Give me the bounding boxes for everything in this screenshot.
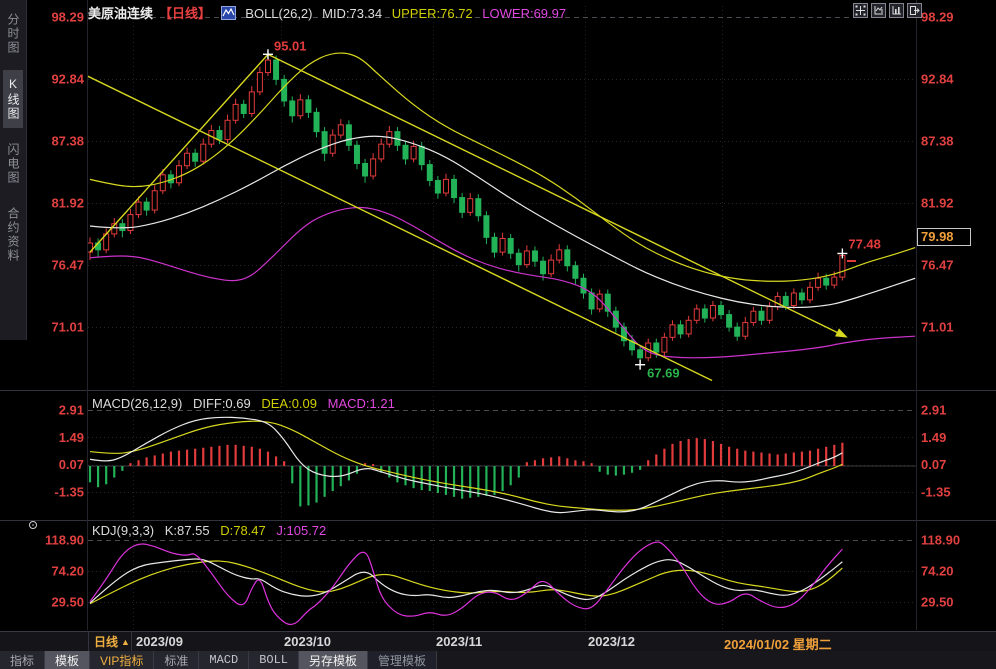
tab-indicators[interactable]: 指标 xyxy=(0,651,45,669)
boll-lower-value: LOWER:69.97 xyxy=(482,6,566,21)
trendline-arrowhead-icon xyxy=(835,328,848,337)
svg-text:-1.35: -1.35 xyxy=(54,485,84,500)
export-panel-icon[interactable] xyxy=(907,3,922,18)
tab-boll[interactable]: BOLL xyxy=(249,651,299,669)
macd-panel xyxy=(88,417,916,512)
boll-upper-value: UPPER:76.72 xyxy=(392,6,473,21)
kdj-indicator-label: KDJ(9,3,3) xyxy=(92,523,154,538)
svg-text:1.49: 1.49 xyxy=(59,430,84,445)
candles-layer xyxy=(88,54,845,364)
trendline-3[interactable] xyxy=(85,75,712,381)
kdj-j-value: J:105.72 xyxy=(276,523,326,538)
macd-diff-value: DIFF:0.69 xyxy=(193,396,251,411)
svg-text:118.90: 118.90 xyxy=(45,533,84,548)
svg-text:76.47: 76.47 xyxy=(51,257,84,272)
sidebar-item-kline-chart[interactable]: K线图 xyxy=(3,70,23,128)
trendline-1[interactable] xyxy=(90,54,268,252)
kdj-panel xyxy=(90,542,842,624)
kdj-gridlines xyxy=(88,524,916,630)
tab-vip-indicators[interactable]: VIP指标 xyxy=(90,651,154,669)
svg-text:92.84: 92.84 xyxy=(921,71,954,86)
macd-dea-value: DEA:0.09 xyxy=(261,396,317,411)
svg-text:92.84: 92.84 xyxy=(51,71,84,86)
svg-text:79.98: 79.98 xyxy=(921,229,954,244)
svg-text:74.20: 74.20 xyxy=(921,564,954,579)
macd-indicator-label: MACD(26,12,9) xyxy=(92,396,182,411)
kdj-d-value: D:78.47 xyxy=(220,523,266,538)
trendline-2[interactable] xyxy=(268,54,846,336)
boll-mid-line xyxy=(90,136,915,307)
svg-text:29.50: 29.50 xyxy=(51,595,84,610)
svg-text:87.38: 87.38 xyxy=(51,133,84,148)
price-annotations: 95.01 67.69 77.48 xyxy=(263,38,881,380)
x-axis-row: 日线 ▲ 2023/092023/102023/112023/122024/01… xyxy=(0,631,996,651)
svg-text:77.48: 77.48 xyxy=(848,236,881,251)
tab-templates[interactable]: 模板 xyxy=(45,651,90,669)
sidebar-item-contract-info[interactable]: 合约资料 xyxy=(3,200,23,270)
svg-text:81.92: 81.92 xyxy=(51,196,84,211)
svg-text:71.01: 71.01 xyxy=(921,320,954,335)
tab-manage-template[interactable]: 管理模板 xyxy=(368,651,437,669)
x-axis-month-label: 2023/12 xyxy=(588,634,635,649)
period-label: 日线 xyxy=(94,633,118,650)
period-tag: 【日线】 xyxy=(159,6,211,21)
chart-type-sidebar: 分时图 K线图 闪电图 合约资料 xyxy=(0,0,27,340)
price-box: 79.98 xyxy=(918,229,971,246)
svg-text:67.69: 67.69 xyxy=(647,366,680,381)
svg-text:1.49: 1.49 xyxy=(921,430,946,445)
tab-bar-filler xyxy=(437,651,996,669)
x-axis-month-label: 2023/11 xyxy=(436,634,482,649)
panel-splitter-icon[interactable] xyxy=(30,522,37,529)
boll-lower-line xyxy=(90,208,915,358)
svg-text:98.29: 98.29 xyxy=(921,10,954,25)
main-gridlines xyxy=(88,6,916,388)
macd-histogram xyxy=(90,438,842,506)
period-arrow-icon: ▲ xyxy=(121,637,130,647)
trading-app-window: 98.29 98.29 92.84 92.84 87.38 87.38 81.92 81.92… xyxy=(0,0,996,669)
chart-toolbar xyxy=(853,3,922,18)
axis-zoom-in-icon[interactable] xyxy=(871,3,886,18)
svg-text:98.29: 98.29 xyxy=(51,10,84,25)
svg-text:74.20: 74.20 xyxy=(51,564,84,579)
svg-text:87.38: 87.38 xyxy=(921,133,954,148)
indicator-chart-icon xyxy=(221,6,236,20)
x-axis-month-label: 2023/10 xyxy=(284,634,331,649)
svg-text:0.07: 0.07 xyxy=(921,457,946,472)
kdj-k-value: K:87.55 xyxy=(165,523,210,538)
main-price-panel xyxy=(85,53,915,380)
sidebar-item-lightning-chart[interactable]: 闪电图 xyxy=(3,136,23,192)
tab-standard[interactable]: 标准 xyxy=(154,651,199,669)
main-chart-header: 美原油连续【日线】 BOLL(26,2) MID:73.34 UPPER:76.… xyxy=(88,3,572,19)
macd-panel-header: MACD(26,12,9) DIFF:0.69 DEA:0.09 MACD:1.… xyxy=(92,396,402,411)
boll-mid-value: MID:73.34 xyxy=(322,6,382,21)
period-selector[interactable]: 日线 ▲ xyxy=(88,632,132,651)
svg-text:2.91: 2.91 xyxy=(921,403,946,418)
kdj-d-line xyxy=(90,561,842,604)
svg-text:29.50: 29.50 xyxy=(921,595,954,610)
kdj-j-line xyxy=(90,542,842,624)
crosshair-icon[interactable] xyxy=(853,3,868,18)
boll-indicator-label: BOLL(26,2) xyxy=(245,6,312,21)
contract-title: 美原油连续 xyxy=(88,6,153,21)
tab-macd[interactable]: MACD xyxy=(199,651,249,669)
axis-zoom-out-icon[interactable] xyxy=(889,3,904,18)
svg-text:118.90: 118.90 xyxy=(921,533,960,548)
svg-text:71.01: 71.01 xyxy=(51,320,84,335)
indicator-tab-bar: 指标 模板 VIP指标 标准 MACD BOLL 另存模板 管理模板 xyxy=(0,651,996,669)
svg-text:2.91: 2.91 xyxy=(59,403,84,418)
svg-text:95.01: 95.01 xyxy=(274,38,307,53)
sidebar-item-time-chart[interactable]: 分时图 xyxy=(3,6,23,62)
svg-text:0.07: 0.07 xyxy=(59,457,84,472)
svg-text:76.47: 76.47 xyxy=(921,257,954,272)
svg-text:-1.35: -1.35 xyxy=(921,485,951,500)
svg-text:81.92: 81.92 xyxy=(921,196,954,211)
tab-save-template[interactable]: 另存模板 xyxy=(299,651,368,669)
x-axis-month-label: 2023/09 xyxy=(136,634,183,649)
kdj-panel-header: KDJ(9,3,3) K:87.55 D:78.47 J:105.72 xyxy=(92,523,333,538)
macd-macd-value: MACD:1.21 xyxy=(328,396,395,411)
